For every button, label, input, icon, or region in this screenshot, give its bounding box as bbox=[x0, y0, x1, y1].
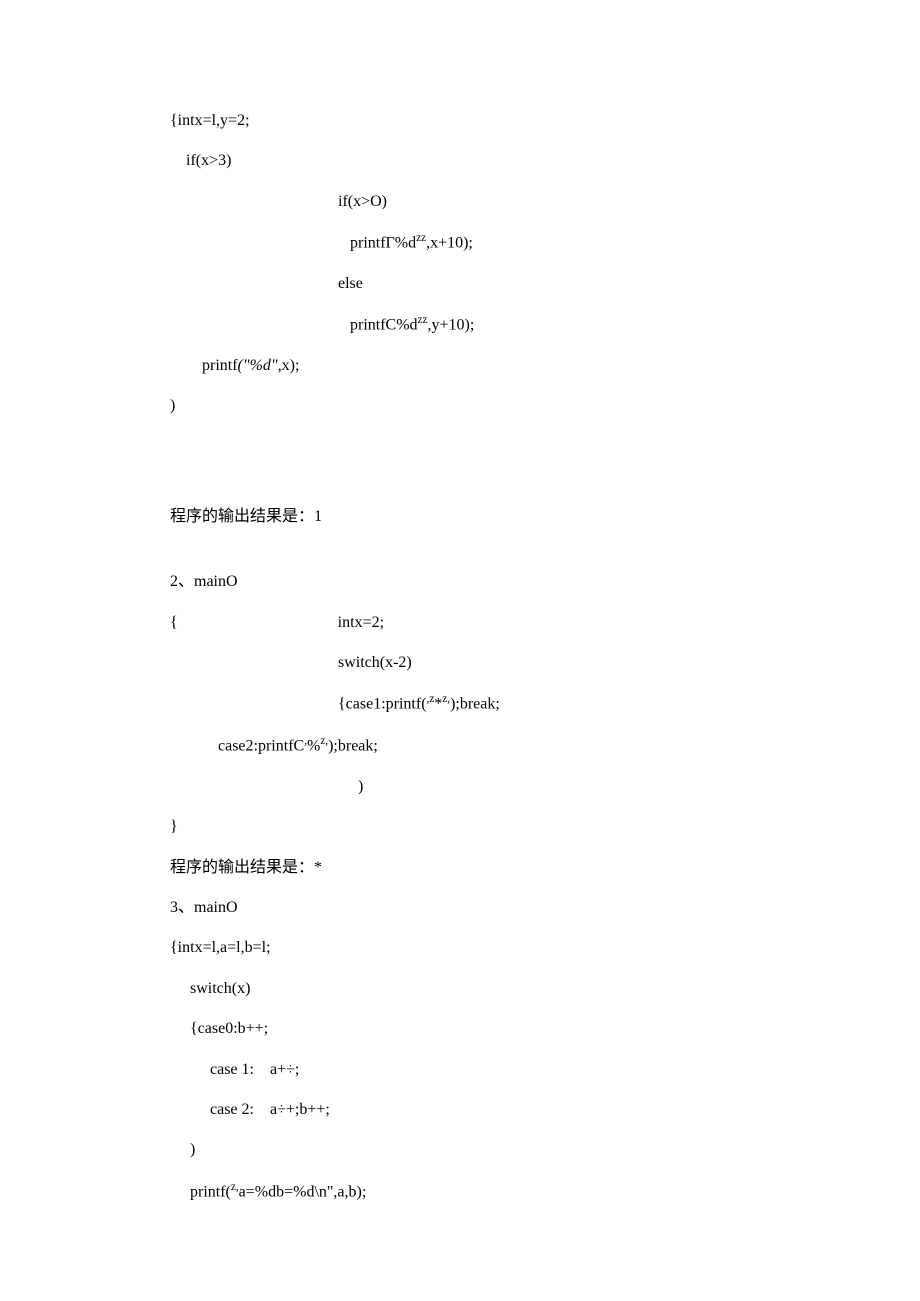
code-text: x); bbox=[282, 357, 300, 374]
code-text: ",a,b); bbox=[327, 1183, 366, 1200]
code-line: {case1:printf(,z*z,);break; bbox=[170, 692, 920, 716]
code-text: case2:printfC bbox=[170, 737, 304, 754]
code-line: ) bbox=[170, 395, 920, 417]
superscript: zz bbox=[418, 314, 428, 326]
code-text: printfΓ%d bbox=[170, 235, 416, 252]
code-line: printf(z,a=%db=%d\n",a,b); bbox=[170, 1180, 920, 1204]
code-line: printf("%d",x); bbox=[170, 355, 920, 377]
code-line: case 1: a+÷; bbox=[170, 1059, 920, 1081]
document-page: {intx=l,y=2; if(x>3) if(x>O) printfΓ%dzz… bbox=[0, 0, 920, 1203]
superscript: z, bbox=[320, 735, 328, 747]
code-line: switch(x-2) bbox=[170, 652, 920, 674]
code-line: {intx=l,y=2; bbox=[170, 110, 920, 132]
code-line: } bbox=[170, 816, 920, 838]
code-line: else bbox=[170, 273, 920, 295]
code-text: {case1:printf( bbox=[170, 696, 427, 713]
code-text: % bbox=[307, 737, 320, 754]
code-line: printfΓ%dzz,x+10); bbox=[170, 231, 920, 255]
code-text: ,x+10); bbox=[426, 235, 473, 252]
result-line: 程序的输出结果是：1 bbox=[170, 506, 920, 528]
code-text: printf( bbox=[170, 1183, 231, 1200]
code-text: );break; bbox=[450, 696, 500, 713]
code-text-italic: ("%d", bbox=[238, 357, 282, 374]
result-line: 程序的输出结果是：* bbox=[170, 857, 920, 879]
code-line: ) bbox=[170, 1139, 920, 1161]
code-line: 2、mainO bbox=[170, 571, 920, 593]
code-line: case2:printfC,%z,);break; bbox=[170, 734, 920, 758]
code-line: if(x>O) bbox=[170, 191, 920, 213]
superscript: z, bbox=[231, 1181, 239, 1193]
code-text: printfC%d bbox=[170, 317, 418, 334]
superscript: z, bbox=[442, 693, 450, 705]
code-line: printfC%dzz,y+10); bbox=[170, 313, 920, 337]
code-line: 3、mainO bbox=[170, 897, 920, 919]
code-line: {intx=l,a=l,b=l; bbox=[170, 937, 920, 959]
superscript: zz bbox=[416, 232, 426, 244]
code-line: {case0:b++; bbox=[170, 1018, 920, 1040]
code-text: ,y+10); bbox=[427, 317, 474, 334]
code-text: printf bbox=[170, 357, 238, 374]
code-line: if(x>3) bbox=[170, 150, 920, 172]
code-text: a=%db=%d\n bbox=[239, 1183, 327, 1200]
code-text: );break; bbox=[328, 737, 378, 754]
code-line: switch(x) bbox=[170, 978, 920, 1000]
code-line: ) bbox=[170, 776, 920, 798]
code-line: case 2: a÷+;b++; bbox=[170, 1099, 920, 1121]
code-line: { intx=2; bbox=[170, 612, 920, 634]
spacer bbox=[170, 436, 920, 506]
spacer bbox=[170, 546, 920, 571]
